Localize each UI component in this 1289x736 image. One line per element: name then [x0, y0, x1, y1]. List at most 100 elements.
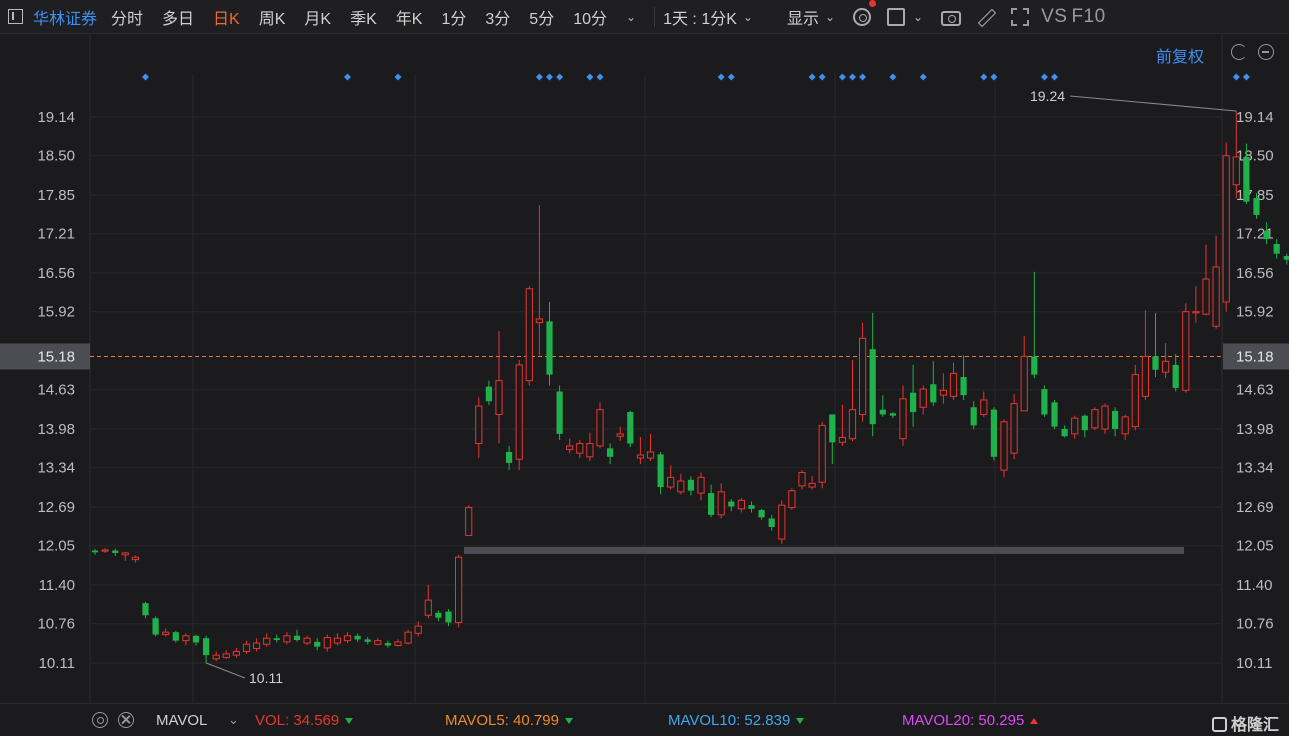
- candle-body-up: [121, 552, 129, 556]
- f10-button[interactable]: F10: [1071, 6, 1105, 28]
- candle: [798, 470, 806, 490]
- candle-body-down: [869, 349, 876, 425]
- event-marker: [717, 73, 725, 81]
- candle: [435, 610, 442, 622]
- candle-body-down: [1243, 156, 1250, 202]
- period-tab-yearly[interactable]: 年K: [396, 5, 423, 29]
- indicator-settings-icon[interactable]: [92, 712, 108, 728]
- candle-body-down: [768, 518, 775, 527]
- period-tab-1min[interactable]: 1分: [441, 5, 466, 29]
- candle-body-up: [949, 372, 958, 397]
- candle-body-up: [1202, 278, 1210, 315]
- candle-body-up: [1232, 156, 1240, 186]
- candle-body-up: [515, 364, 523, 460]
- overlay-square-icon[interactable]: [887, 7, 906, 26]
- candle: [314, 638, 321, 651]
- event-marker: [1040, 73, 1048, 81]
- candle-body-up: [525, 288, 533, 382]
- y-tick-label-left: 15.18: [37, 348, 75, 365]
- event-marker: [596, 73, 604, 81]
- candle: [293, 629, 301, 642]
- candle: [525, 286, 533, 386]
- candle-body-down: [203, 638, 210, 656]
- candle-body-up: [404, 631, 412, 644]
- candle: [515, 360, 523, 471]
- stock-name[interactable]: 华林证券: [33, 5, 97, 29]
- candle: [152, 616, 159, 637]
- candle: [829, 414, 836, 465]
- period-tab-10min[interactable]: 10分: [573, 5, 607, 29]
- candle: [990, 407, 997, 461]
- event-marker: [818, 73, 826, 81]
- candle-body-up: [818, 424, 826, 483]
- period-tab-daily[interactable]: 日K: [213, 5, 240, 29]
- indicator-close-icon[interactable]: [118, 712, 134, 728]
- pen-icon[interactable]: [977, 8, 995, 26]
- kline-chart[interactable]: 19.14 19.1418.50 18.5017.85 17.8517.21 17.21…: [0, 34, 1289, 703]
- candle: [263, 633, 271, 647]
- event-marker: [838, 73, 846, 81]
- display-chevron-icon[interactable]: ⌄: [825, 10, 835, 24]
- mavol10-group: MAVOL10: 52.839: [668, 712, 805, 729]
- sidebar-toggle-icon[interactable]: [8, 9, 23, 24]
- candle: [404, 629, 412, 645]
- candle-body-up: [677, 480, 685, 493]
- indicator-chevron-icon[interactable]: ⌄: [228, 712, 239, 728]
- low-annotation-line: [205, 662, 246, 679]
- candle-body-down: [1283, 256, 1289, 260]
- candle: [203, 635, 210, 663]
- mavol10-value: MAVOL10: 52.839: [668, 712, 791, 729]
- y-tick-label-left: 17.21: [37, 226, 75, 243]
- candle-body-up: [253, 642, 261, 649]
- candle-body-up: [263, 637, 271, 645]
- candle: [646, 433, 655, 462]
- expand-icon[interactable]: [1011, 7, 1030, 26]
- candle-body-up: [636, 454, 644, 459]
- y-tick-label-left: 17.85: [37, 187, 75, 204]
- candle: [354, 633, 361, 642]
- candle-body-up: [283, 635, 291, 643]
- candle: [596, 402, 604, 449]
- y-tick-label-right: 10.76: [1236, 616, 1274, 633]
- candle-body-down: [910, 392, 917, 413]
- candle: [142, 601, 149, 619]
- candle-body-up: [414, 625, 422, 634]
- candle: [1112, 407, 1119, 437]
- y-tick-label-left: 10.11: [39, 655, 75, 672]
- period-tab-weekly[interactable]: 周K: [259, 5, 286, 29]
- indicator-select[interactable]: MAVOL: [156, 712, 207, 729]
- camera-icon[interactable]: [941, 10, 962, 26]
- overlay-chevron-icon[interactable]: ⌄: [913, 10, 923, 24]
- interval-select[interactable]: 1天 : 1分K: [663, 5, 737, 29]
- toolbar-divider: [654, 6, 656, 27]
- candle: [182, 633, 190, 646]
- candle: [1061, 425, 1068, 438]
- period-tab-intraday[interactable]: 分时: [111, 5, 143, 29]
- vs-compare-button[interactable]: VS: [1041, 6, 1067, 28]
- candle-body-up: [1141, 355, 1150, 397]
- candle-body-down: [1152, 356, 1159, 370]
- period-tab-quarterly[interactable]: 季K: [350, 5, 377, 29]
- event-marker: [849, 73, 856, 81]
- candle: [879, 395, 886, 417]
- y-tick-label-right: 12.05: [1236, 538, 1274, 555]
- y-tick-label-right: 12.69: [1236, 499, 1274, 516]
- display-menu[interactable]: 显示: [787, 5, 819, 29]
- period-tab-multiday[interactable]: 多日: [162, 5, 194, 29]
- interval-chevron-icon[interactable]: ⌄: [743, 10, 753, 24]
- settings-gear-icon[interactable]: [853, 7, 872, 26]
- candle: [424, 585, 432, 619]
- candle: [778, 500, 786, 544]
- candle: [212, 651, 220, 662]
- candle: [546, 302, 553, 386]
- period-tab-monthly[interactable]: 月K: [304, 5, 331, 29]
- candle-body-up: [778, 504, 786, 540]
- candle: [506, 445, 513, 471]
- period-tab-5min[interactable]: 5分: [529, 5, 554, 29]
- candle: [162, 628, 170, 637]
- candle: [1081, 414, 1088, 438]
- candle-body-up: [808, 482, 816, 488]
- period-tab-3min[interactable]: 3分: [485, 5, 510, 29]
- more-periods-chevron-icon[interactable]: ⌄: [626, 10, 636, 24]
- candle: [576, 439, 584, 459]
